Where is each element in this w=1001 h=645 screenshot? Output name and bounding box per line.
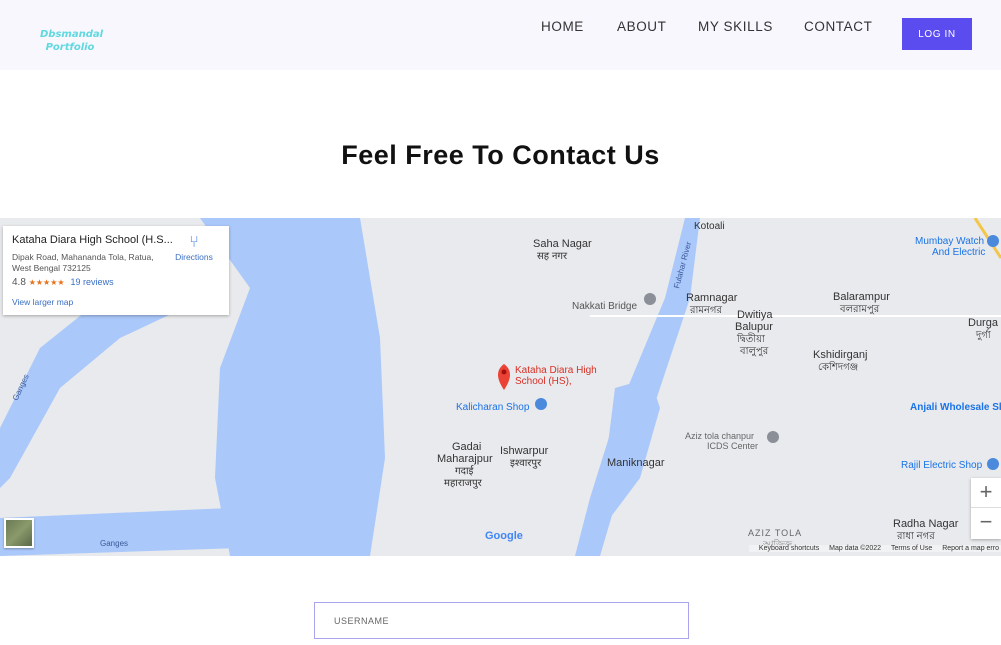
google-logo: Google bbox=[485, 530, 523, 542]
nav-contact[interactable]: CONTACT bbox=[804, 19, 872, 34]
rating-value: 4.8 bbox=[12, 277, 26, 288]
map-label: Durga bbox=[968, 317, 999, 329]
map-label: Ganges bbox=[100, 539, 128, 548]
map-label: Mumbay Watch bbox=[915, 236, 984, 247]
map-label: AZIZ TOLA bbox=[748, 528, 802, 538]
nav-my-skills[interactable]: MY SKILLS bbox=[698, 19, 773, 34]
shop-icon bbox=[535, 398, 547, 410]
embedded-map[interactable]: Saha Nagar सह नगर Ramnagar রামনগর Nakkat… bbox=[0, 218, 1001, 556]
map-label: Saha Nagar bbox=[533, 238, 592, 250]
zoom-controls: + − bbox=[971, 478, 1001, 539]
map-label: দ্বিতীয়া bbox=[736, 332, 766, 345]
terms-link[interactable]: Terms of Use bbox=[891, 545, 932, 552]
map-footer: Keyboard shortcuts Map data ©2022 Terms … bbox=[748, 545, 1001, 552]
pin-dot bbox=[501, 369, 507, 375]
map-label: Dwitiya bbox=[737, 309, 773, 321]
page-title: Feel Free To Contact Us bbox=[341, 140, 660, 170]
map-label: Kataha Diara High bbox=[515, 365, 597, 376]
map-label: Rajil Electric Shop bbox=[901, 460, 983, 471]
logo-line: Dbsmandal bbox=[40, 29, 104, 40]
nav-about[interactable]: ABOUT bbox=[617, 19, 667, 34]
map-label: And Electric bbox=[932, 247, 985, 258]
map-label: বলরামপুর bbox=[839, 304, 880, 315]
directions-icon: ⑂ bbox=[189, 234, 199, 251]
shop-icon bbox=[987, 235, 999, 247]
river-ganges-south bbox=[0, 508, 240, 556]
place-card: Kataha Diara High School (H.S... Dipak R… bbox=[3, 226, 229, 315]
map-label: কেশিদগঞ্জ bbox=[818, 361, 858, 373]
shop-icon bbox=[987, 458, 999, 470]
map-label: Balarampur bbox=[833, 291, 890, 303]
map-label: गदाई bbox=[455, 465, 475, 477]
map-label: Radha Nagar bbox=[893, 518, 959, 530]
logo-line: Portfolio bbox=[45, 42, 95, 53]
username-input[interactable] bbox=[314, 602, 689, 639]
map-label: Nakkati Bridge bbox=[572, 301, 637, 312]
nav-home[interactable]: HOME bbox=[541, 19, 584, 34]
school-icon bbox=[767, 431, 779, 443]
report-error-link[interactable]: Report a map erro bbox=[942, 545, 999, 552]
view-larger-map-link[interactable]: View larger map bbox=[12, 297, 73, 307]
map-label: Ramnagar bbox=[686, 292, 738, 304]
map-label: Kotoali bbox=[694, 221, 725, 232]
map-label: Maharajpur bbox=[437, 453, 493, 465]
map-label: Aziz tola chanpur bbox=[685, 431, 754, 441]
map-label: इश्वारपुर bbox=[510, 458, 542, 469]
map-label: महाराजपुर bbox=[444, 478, 483, 489]
zoom-out-button[interactable]: − bbox=[971, 508, 1001, 538]
place-address: Dipak Road, Mahananda Tola, Ratua, West B… bbox=[12, 252, 172, 274]
place-name: Kataha Diara High School (H.S... bbox=[12, 234, 173, 246]
river-branch bbox=[605, 378, 660, 518]
map-label: Balupur bbox=[735, 321, 773, 333]
bridge-icon bbox=[644, 293, 656, 305]
map-label: রাধা নগর bbox=[896, 531, 935, 542]
map-label: सह नगर bbox=[537, 251, 568, 262]
location-pin-icon bbox=[498, 364, 510, 390]
header: Dbsmandal Portfolio HOME ABOUT MY SKILLS … bbox=[0, 0, 1001, 70]
map-data-text: Map data ©2022 bbox=[829, 545, 882, 552]
map-label: Kalicharan Shop bbox=[456, 402, 530, 413]
zoom-in-button[interactable]: + bbox=[971, 478, 1001, 508]
logo[interactable]: Dbsmandal Portfolio bbox=[40, 28, 104, 54]
directions-button[interactable]: ⑂ Directions bbox=[169, 234, 219, 262]
map-label: Anjali Wholesale Sh bbox=[910, 402, 1001, 413]
map-label: ICDS Center bbox=[707, 441, 758, 451]
star-icons: ★★★★★ bbox=[28, 278, 65, 287]
login-button[interactable]: LOG IN bbox=[902, 18, 972, 50]
keyboard-shortcuts-link[interactable]: Keyboard shortcuts bbox=[759, 545, 819, 552]
address-line: West Bengal 732125 bbox=[12, 263, 91, 273]
satellite-toggle[interactable] bbox=[4, 518, 34, 548]
map-label: Ishwarpur bbox=[500, 445, 549, 457]
map-label: Kshidirganj bbox=[813, 349, 867, 361]
reviews-link[interactable]: 19 reviews bbox=[71, 277, 114, 287]
map-label: Maniknagar bbox=[607, 457, 665, 469]
rating-row: 4.8 ★★★★★ 19 reviews bbox=[12, 277, 114, 288]
map-label: দুর্গা bbox=[975, 329, 992, 341]
map-label: Gadai bbox=[452, 441, 481, 453]
map-label: বালুপুর bbox=[739, 346, 769, 357]
address-line: Dipak Road, Mahananda Tola, Ratua, bbox=[12, 252, 154, 262]
map-label: School (HS), bbox=[515, 376, 572, 387]
directions-label: Directions bbox=[175, 252, 213, 262]
map-label: রামনগর bbox=[689, 305, 722, 316]
